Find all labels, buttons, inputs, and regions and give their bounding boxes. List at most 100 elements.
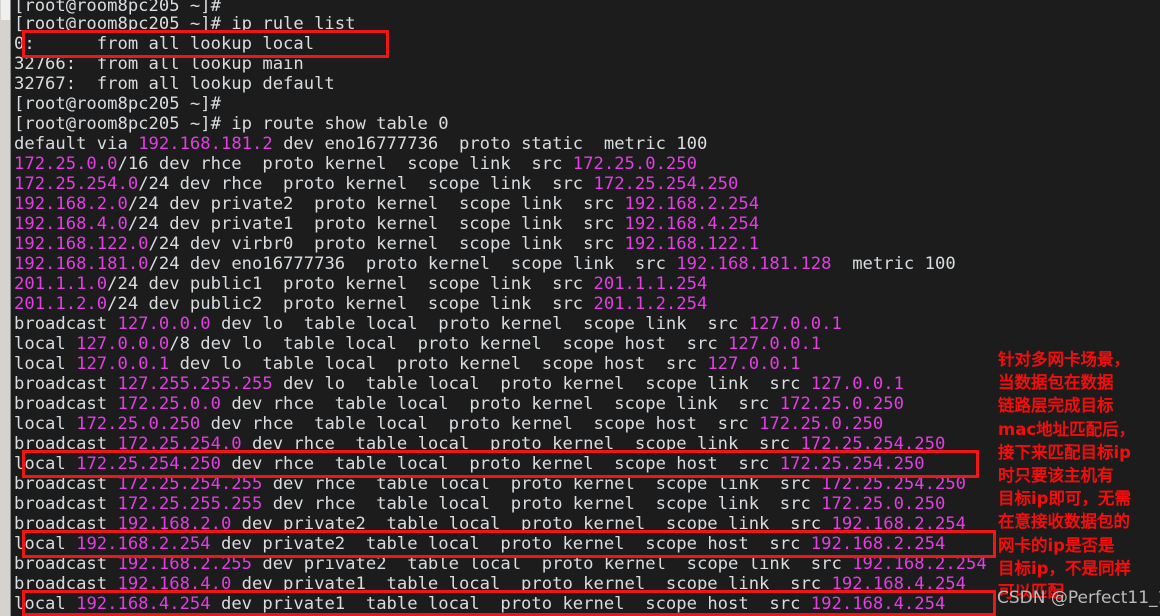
terminal-line: local 192.168.2.254 dev private2 table l… [14, 534, 945, 554]
terminal-text-token: /24 dev private2 proto kernel scope link… [127, 194, 625, 214]
terminal-text-token: 32767: from all lookup default [14, 74, 335, 94]
terminal-text-token: local [14, 354, 77, 374]
terminal-text-token: /24 dev eno16777736 proto kernel scope l… [148, 254, 677, 274]
terminal-text-token: dev lo table local proto kernel scope ho… [169, 354, 708, 374]
window-scrollbar-gutter[interactable] [0, 0, 11, 616]
ip-address-token: 192.168.2.0 [117, 514, 232, 534]
ip-address-token: 172.25.254.0 [14, 174, 139, 194]
ip-address-token: 192.168.4.254 [810, 594, 946, 614]
terminal-line: [root@room8pc205 ~]# ip route show table… [14, 114, 449, 134]
terminal-text-token: /8 dev lo table local proto kernel scope… [169, 334, 729, 354]
scrollbar-thumb[interactable] [1, 0, 10, 20]
ip-address-token: 172.25.0.0 [14, 154, 118, 174]
ip-address-token: 172.25.0.250 [76, 414, 201, 434]
ip-address-token: 127.0.0.1 [728, 334, 822, 354]
ip-address-token: 192.168.181.2 [138, 134, 273, 154]
terminal-line: broadcast 192.168.2.255 dev private2 tab… [14, 554, 987, 574]
ip-address-token: 201.1.1.0 [14, 274, 108, 294]
terminal-line: broadcast 127.0.0.0 dev lo table local p… [14, 314, 842, 334]
terminal-line: 32766: from all lookup main [14, 54, 304, 74]
ip-address-token: 192.168.2.254 [831, 514, 967, 534]
terminal-text-token: [root@room8pc205 ~]# [14, 94, 221, 114]
ip-address-token: 172.25.254.0 [117, 434, 242, 454]
terminal-text-token: dev private2 table local proto kernel sc… [231, 514, 832, 534]
terminal-text-token: /24 dev rhce proto kernel scope link src [138, 174, 594, 194]
terminal-line: broadcast 172.25.254.255 dev rhce table … [14, 474, 966, 494]
ip-address-token: 192.168.2.254 [624, 194, 760, 214]
terminal-line: 201.1.1.0/24 dev public1 proto kernel sc… [14, 274, 707, 294]
annotation-line: 针对多网卡场景， [998, 350, 1130, 369]
ip-address-token: 127.0.0.1 [748, 314, 842, 334]
terminal-line: 172.25.254.0/24 dev rhce proto kernel sc… [14, 174, 738, 194]
annotation-line: 当数据包在数据 [998, 373, 1114, 393]
terminal-line: [root@room8pc205 ~]# ip rule list [14, 14, 355, 34]
terminal-line: local 192.168.4.254 dev private1 table l… [14, 594, 945, 614]
ip-address-token: 192.168.2.255 [117, 554, 253, 574]
terminal-text-token: broadcast [14, 574, 118, 594]
ip-address-token: 172.25.0.250 [779, 394, 904, 414]
terminal-line: broadcast 172.25.0.0 dev rhce table loca… [14, 394, 904, 414]
ip-address-token: 127.0.0.1 [76, 354, 170, 374]
terminal-text-token: broadcast [14, 314, 118, 334]
annotation-text: 针对多网卡场景， 当数据包在数据 链路层完成目标 mac地址匹配后， 接下来匹配目标ip… [998, 348, 1160, 603]
terminal-text-token: default via [14, 134, 139, 154]
ip-address-token: 127.0.0.1 [707, 354, 801, 374]
terminal-text-token: 32766: from all lookup main [14, 54, 304, 74]
ip-address-token: 172.25.255.255 [117, 494, 263, 514]
terminal-text-token: /24 dev public2 proto kernel scope link … [107, 294, 594, 314]
ip-address-token: 201.1.2.254 [593, 294, 708, 314]
ip-address-token: 172.25.0.250 [572, 154, 697, 174]
terminal-line: local 127.0.0.1 dev lo table local proto… [14, 354, 800, 374]
ip-address-token: 192.168.2.254 [76, 534, 211, 554]
ip-address-token: 172.25.254.250 [593, 174, 739, 194]
terminal-output-area[interactable]: [root@room8pc205 ~]# [root@room8pc205 ~]… [12, 0, 1160, 616]
ip-address-token: 127.0.0.1 [810, 374, 904, 394]
terminal-text-token: broadcast [14, 474, 118, 494]
terminal-text-token: dev rhce table local proto kernel scope … [262, 494, 822, 514]
terminal-text-token: [root@room8pc205 ~]# ip route show table… [14, 114, 449, 134]
terminal-text-token: dev lo table local proto kernel scope li… [272, 374, 811, 394]
terminal-line: default via 192.168.181.2 dev eno1677773… [14, 134, 707, 154]
ip-address-token: 192.168.2.0 [14, 194, 128, 214]
annotation-line: 目标ip即可，无需 [998, 489, 1131, 509]
annotation-line: 接下来匹配目标ip [998, 442, 1131, 462]
terminal-text-token: local [14, 594, 77, 614]
terminal-text-token: broadcast [14, 434, 118, 454]
terminal-text-token: /24 dev private1 proto kernel scope link… [127, 214, 625, 234]
ip-address-token: 192.168.4.254 [624, 214, 760, 234]
terminal-line: 172.25.0.0/16 dev rhce proto kernel scop… [14, 154, 697, 174]
ip-address-token: 201.1.1.254 [593, 274, 708, 294]
ip-address-token: 192.168.122.1 [624, 234, 760, 254]
ip-address-token: 127.255.255.255 [117, 374, 273, 394]
annotation-line: mac地址匹配后， [998, 419, 1136, 439]
csdn-watermark: CSDN @Perfect11_1 [997, 588, 1160, 608]
terminal-text-token: /24 dev public1 proto kernel scope link … [107, 274, 594, 294]
terminal-line: 0: from all lookup local [14, 34, 314, 54]
terminal-text-token: dev private1 table local proto kernel sc… [210, 594, 811, 614]
terminal-line: 192.168.4.0/24 dev private1 proto kernel… [14, 214, 759, 234]
ip-address-token: 201.1.2.0 [14, 294, 108, 314]
terminal-text-token: /24 dev virbr0 proto kernel scope link s… [148, 234, 625, 254]
ip-address-token: 192.168.181.128 [676, 254, 832, 274]
terminal-line: local 127.0.0.0/8 dev lo table local pro… [14, 334, 821, 354]
annotation-line: 在意接收数据包的 [998, 512, 1130, 532]
ip-address-token: 192.168.2.254 [810, 534, 946, 554]
terminal-text-token: /16 dev rhce proto kernel scope link src [117, 154, 573, 174]
ip-address-token: 172.25.0.250 [759, 414, 884, 434]
terminal-text-token: [root@room8pc205 ~]# ip rule list [14, 14, 356, 34]
annotation-line: 时只要该主机有 [998, 466, 1114, 486]
terminal-text-token: metric 100 [831, 254, 956, 274]
terminal-line: 201.1.2.0/24 dev public2 proto kernel sc… [14, 294, 707, 314]
terminal-text-token: 0: from all lookup local [14, 34, 315, 54]
terminal-text-token: dev eno16777736 proto static metric 100 [272, 134, 708, 154]
ip-address-token: 192.168.4.254 [76, 594, 211, 614]
terminal-text-token: broadcast [14, 374, 118, 394]
ip-address-token: 192.168.181.0 [14, 254, 149, 274]
ip-address-token: 127.0.0.0 [117, 314, 211, 334]
ip-address-token: 172.25.0.250 [821, 494, 946, 514]
ip-address-token: 192.168.4.0 [14, 214, 128, 234]
terminal-line: 192.168.181.0/24 dev eno16777736 proto k… [14, 254, 956, 274]
terminal-text-token: dev rhce table local proto kernel scope … [241, 434, 801, 454]
terminal-text-token: dev private2 table local proto kernel sc… [252, 554, 853, 574]
terminal-text-token: dev lo table local proto kernel scope li… [210, 314, 749, 334]
